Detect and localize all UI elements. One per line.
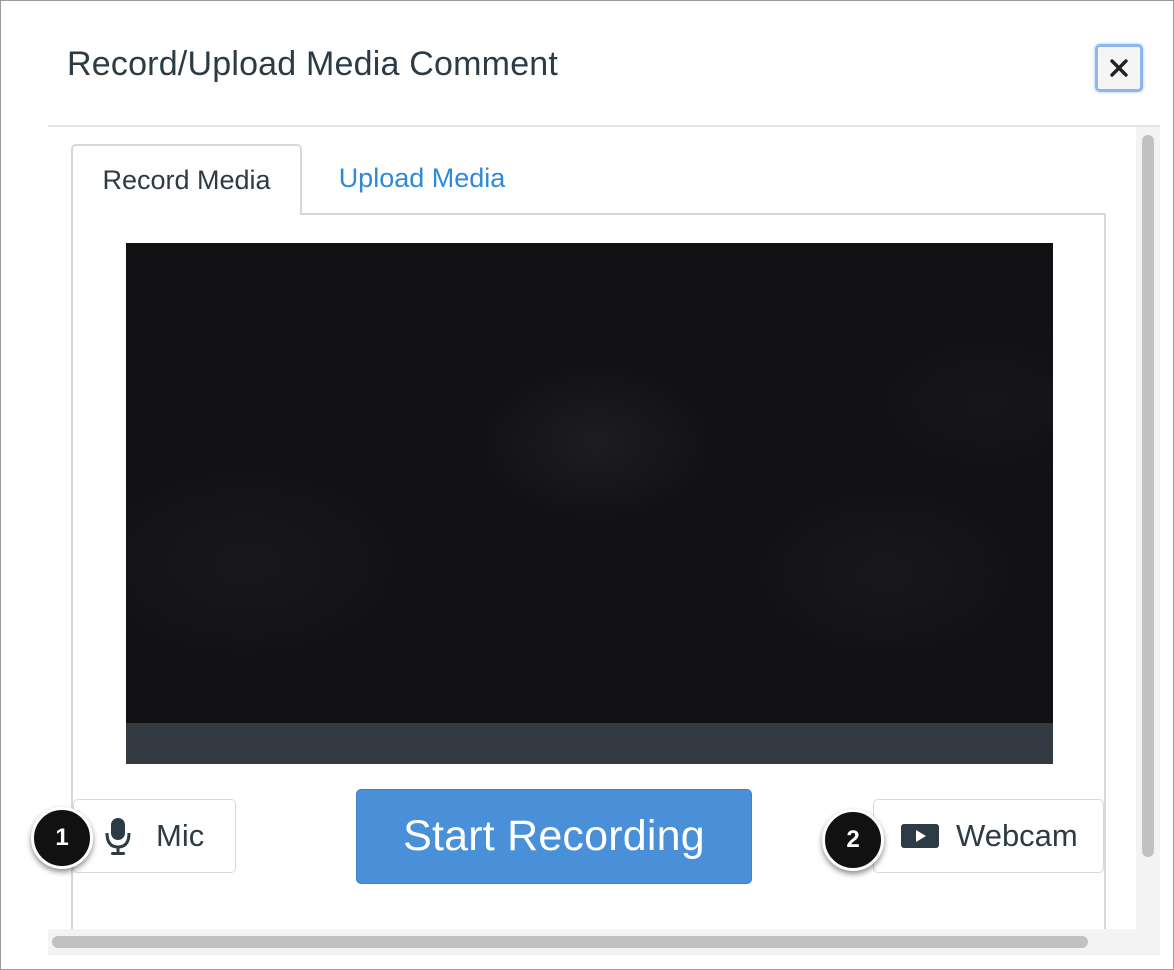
dialog-title: Record/Upload Media Comment: [67, 45, 559, 83]
close-icon: [1110, 59, 1128, 77]
tab-record-media[interactable]: Record Media: [71, 144, 302, 215]
callout-badge-1: 1: [31, 807, 93, 869]
tab-bar-line: [302, 213, 1106, 215]
vertical-scrollbar[interactable]: [1136, 127, 1160, 929]
microphone-icon: [104, 816, 132, 856]
webcam-label: Webcam: [956, 818, 1078, 853]
video-camera-icon: [900, 822, 940, 850]
close-button[interactable]: [1095, 44, 1143, 92]
horizontal-scrollbar[interactable]: [48, 929, 1160, 955]
video-preview: [126, 243, 1053, 723]
callout-badge-2: 2: [822, 809, 884, 871]
tab-upload-media[interactable]: Upload Media: [302, 144, 542, 213]
mic-button[interactable]: Mic: [73, 799, 236, 873]
video-controls-bar: [126, 723, 1053, 764]
horizontal-scrollbar-thumb[interactable]: [52, 936, 1088, 948]
mic-label: Mic: [156, 818, 205, 853]
dialog-window: Record/Upload Media Comment Record Media…: [0, 0, 1174, 970]
header-divider: [48, 125, 1160, 127]
tab-panel-border-right: [1104, 213, 1106, 929]
webcam-button[interactable]: Webcam: [873, 799, 1104, 873]
start-recording-button[interactable]: Start Recording: [356, 789, 752, 884]
vertical-scrollbar-thumb[interactable]: [1142, 135, 1154, 857]
